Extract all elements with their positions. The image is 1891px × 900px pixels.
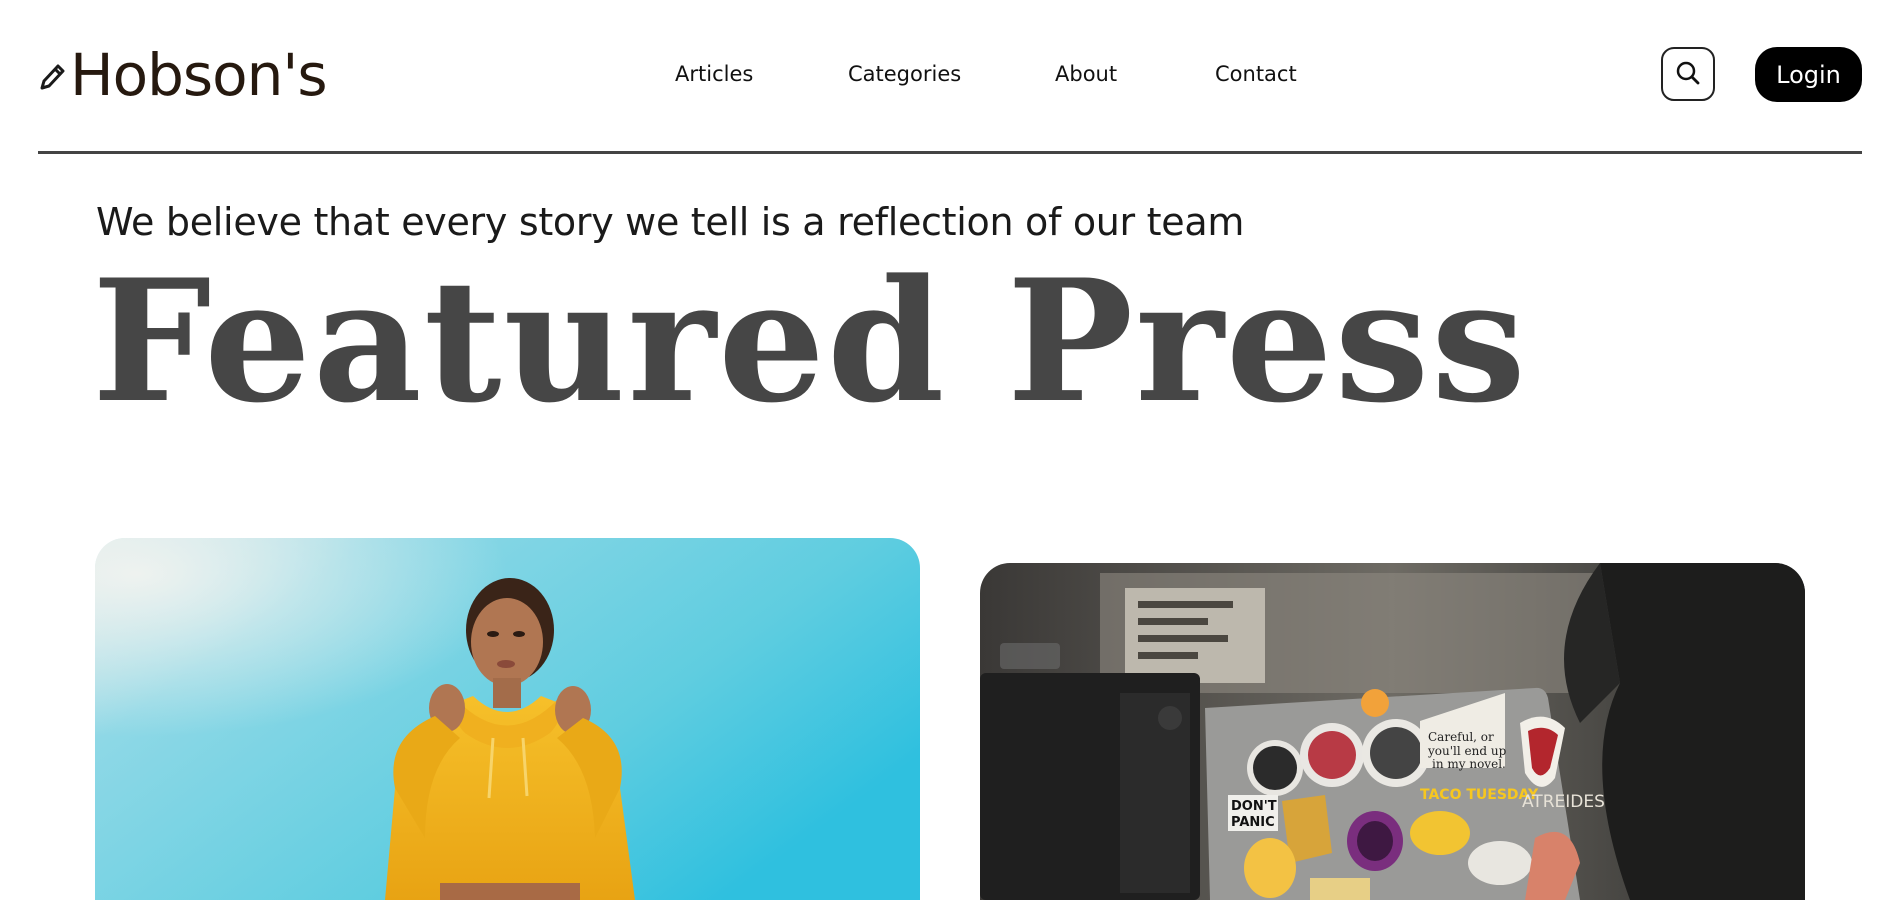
svg-text:DON'T: DON'T bbox=[1231, 799, 1277, 814]
svg-text:ATREIDES: ATREIDES bbox=[1522, 792, 1605, 812]
nav-articles[interactable]: Articles bbox=[675, 56, 753, 92]
svg-text:Careful, or: Careful, or bbox=[1428, 730, 1494, 744]
hero-tagline: We believe that every story we tell is a… bbox=[96, 200, 1245, 244]
site-header: Hobson's Articles Categories About Conta… bbox=[0, 0, 1891, 154]
laptop-with-stickers-photo: Careful, or you'll end up in my novel. D… bbox=[980, 563, 1805, 900]
svg-text:in my novel.: in my novel. bbox=[1432, 757, 1506, 771]
logo-text: Hobson's bbox=[70, 41, 328, 109]
nav-categories[interactable]: Categories bbox=[848, 56, 961, 92]
page-title: Featured Press bbox=[92, 242, 1528, 440]
page: Hobson's Articles Categories About Conta… bbox=[0, 0, 1891, 900]
header-divider bbox=[38, 151, 1862, 154]
search-button[interactable] bbox=[1661, 47, 1715, 101]
logo-link[interactable]: Hobson's bbox=[38, 40, 328, 110]
search-icon bbox=[1675, 60, 1701, 89]
svg-text:PANIC: PANIC bbox=[1231, 815, 1275, 830]
nav-contact[interactable]: Contact bbox=[1215, 56, 1297, 92]
svg-text:you'll end up: you'll end up bbox=[1427, 744, 1507, 758]
featured-card-image-2[interactable]: Careful, or you'll end up in my novel. D… bbox=[980, 563, 1805, 900]
featured-card-image-1[interactable] bbox=[95, 538, 920, 900]
pencil-icon bbox=[38, 60, 66, 94]
nav-about[interactable]: About bbox=[1055, 56, 1117, 92]
woman-in-yellow-hoodie-photo bbox=[95, 538, 920, 900]
login-button[interactable]: Login bbox=[1755, 47, 1862, 102]
